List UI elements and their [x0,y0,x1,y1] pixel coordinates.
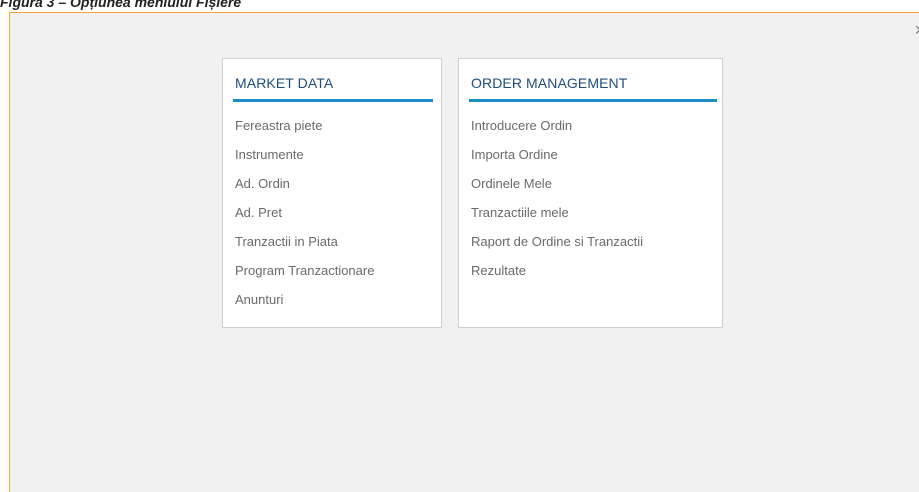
market-data-card: MARKET DATA Fereastra piete Instrumente … [222,58,442,328]
close-icon[interactable]: × [914,21,919,39]
order-management-menu: Introducere Ordin Importa Ordine Ordinel… [471,117,643,291]
market-data-underline [233,99,433,102]
menu-item-rezultate[interactable]: Rezultate [471,262,643,291]
order-management-underline [469,99,717,102]
menu-item-instrumente[interactable]: Instrumente [235,146,374,175]
figure-caption: Figura 3 – Opțiunea meniului Fișiere [0,0,242,10]
menu-dialog: × MARKET DATA Fereastra piete Instrument… [9,12,919,492]
market-data-menu: Fereastra piete Instrumente Ad. Ordin Ad… [235,117,374,320]
market-data-title: MARKET DATA [235,75,334,91]
menu-item-ad-pret[interactable]: Ad. Pret [235,204,374,233]
menu-item-anunturi[interactable]: Anunturi [235,291,374,320]
menu-item-tranzactiile-mele[interactable]: Tranzactiile mele [471,204,643,233]
menu-item-raport-ordine-tranzactii[interactable]: Raport de Ordine si Tranzactii [471,233,643,262]
menu-item-program-tranzactionare[interactable]: Program Tranzactionare [235,262,374,291]
menu-item-importa-ordine[interactable]: Importa Ordine [471,146,643,175]
menu-item-fereastra-piete[interactable]: Fereastra piete [235,117,374,146]
order-management-title: ORDER MANAGEMENT [471,75,628,91]
menu-item-tranzactii-in-piata[interactable]: Tranzactii in Piata [235,233,374,262]
menu-item-introducere-ordin[interactable]: Introducere Ordin [471,117,643,146]
menu-item-ad-ordin[interactable]: Ad. Ordin [235,175,374,204]
order-management-card: ORDER MANAGEMENT Introducere Ordin Impor… [458,58,723,328]
menu-item-ordinele-mele[interactable]: Ordinele Mele [471,175,643,204]
